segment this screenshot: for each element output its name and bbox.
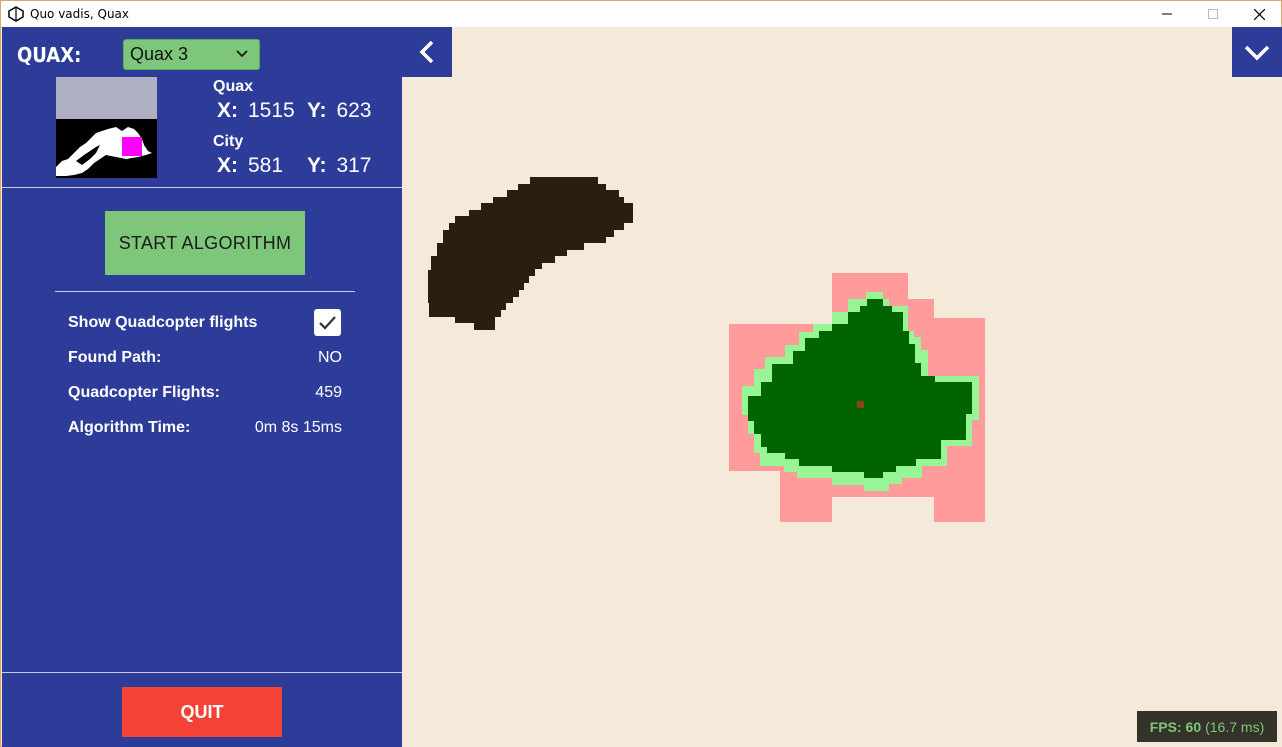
checkmark-icon xyxy=(319,316,336,330)
city-x: X: 581 xyxy=(217,154,283,178)
quadcopter-flights-label: Quadcopter Flights: xyxy=(68,384,220,401)
quax-select[interactable]: Quax 3 xyxy=(123,39,260,70)
start-algorithm-button[interactable]: START ALGORITHM xyxy=(105,211,305,275)
found-path-label: Found Path: xyxy=(68,349,162,366)
close-icon xyxy=(1253,8,1265,20)
fps-value: FPS: 60 xyxy=(1149,718,1202,735)
quax-position-label: Quax xyxy=(213,78,254,95)
minimap[interactable] xyxy=(56,77,157,178)
divider xyxy=(55,291,355,292)
app-icon xyxy=(8,6,24,22)
chevron-down-icon xyxy=(1244,45,1270,61)
quax-x-label: X: xyxy=(217,99,238,122)
found-path-value: NO xyxy=(318,349,342,366)
control-panel: QUAX: Quax 3 Quax X: 1515 Y: 623 City X: 58… xyxy=(2,27,402,747)
maximize-button[interactable] xyxy=(1190,1,1236,27)
maximize-icon xyxy=(1208,9,1218,19)
title-bar: Quo vadis, Quax xyxy=(1,1,1281,27)
chevron-down-icon xyxy=(236,50,248,58)
city-y-value: 317 xyxy=(336,154,372,177)
quax-y: Y: 623 xyxy=(307,99,372,123)
quax-y-value: 623 xyxy=(336,99,372,122)
city-x-label: X: xyxy=(217,154,238,177)
window-title: Quo vadis, Quax xyxy=(30,7,129,21)
app-window: Quo vadis, Quax QUAX: Quax 3 Quax X: 151… xyxy=(0,0,1282,747)
fps-detail: (16.7 ms) xyxy=(1205,718,1265,735)
city-marker xyxy=(857,401,864,408)
chevron-left-icon xyxy=(419,40,434,64)
algorithm-time-label: Algorithm Time: xyxy=(68,419,191,436)
quax-x: X: 1515 xyxy=(217,99,295,123)
collapse-panel-button[interactable] xyxy=(402,27,452,77)
quit-button[interactable]: QUIT xyxy=(122,687,282,737)
algorithm-time-value: 0m 8s 15ms xyxy=(254,419,342,436)
quax-label: QUAX: xyxy=(17,43,82,67)
show-flights-label: Show Quadcopter flights xyxy=(68,314,258,331)
show-flights-checkbox[interactable] xyxy=(314,309,341,336)
city-position-label: City xyxy=(213,133,244,150)
dropdown-menu-button[interactable] xyxy=(1232,27,1282,77)
city-x-value: 581 xyxy=(248,154,284,177)
city-y: Y: 317 xyxy=(307,154,372,178)
minimize-icon xyxy=(1162,13,1172,15)
divider xyxy=(2,672,402,673)
fps-counter: FPS: 60 (16.7 ms) xyxy=(1137,711,1277,742)
quax-x-value: 1515 xyxy=(248,99,295,122)
map-canvas[interactable] xyxy=(402,27,1282,747)
quax-select-value: Quax 3 xyxy=(130,44,189,64)
close-button[interactable] xyxy=(1236,1,1282,27)
quadcopter-flights-value: 459 xyxy=(315,384,342,401)
minimize-button[interactable] xyxy=(1144,1,1190,27)
quax-y-label: Y: xyxy=(307,99,327,122)
minimap-image xyxy=(56,77,157,178)
divider xyxy=(2,187,402,188)
city-y-label: Y: xyxy=(307,154,327,177)
